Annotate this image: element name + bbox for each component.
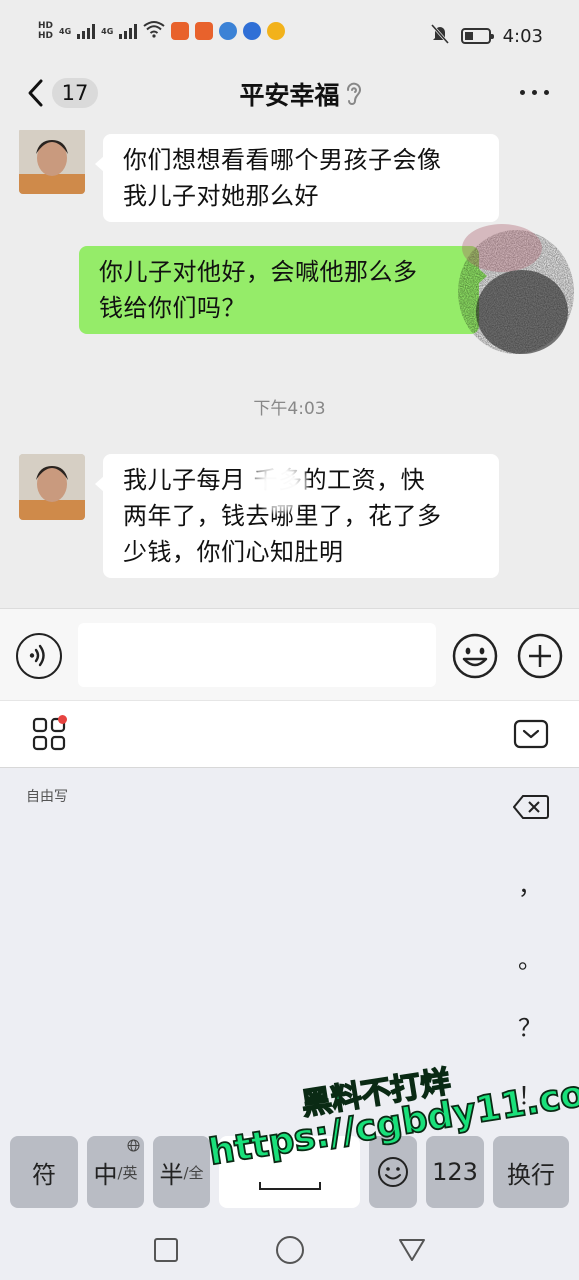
plus-button[interactable] <box>517 633 563 679</box>
keyboard-toolbar <box>0 700 579 768</box>
message-line: 你儿子对他好，会喊他那么多 <box>99 258 418 286</box>
symbols-key[interactable]: 符 <box>10 1136 78 1208</box>
signal-icon <box>77 23 96 39</box>
punct-period-key[interactable]: 。 <box>515 940 545 975</box>
hide-keyboard-icon[interactable] <box>513 719 549 749</box>
app-notification-icon-3 <box>219 22 238 40</box>
zh-label: 中 <box>93 1160 118 1189</box>
punct-comma-key[interactable]: ， <box>515 866 545 901</box>
wifi-icon <box>143 20 165 42</box>
half-label: 半 <box>159 1160 184 1189</box>
width-switch-key[interactable]: 半/全 <box>153 1136 210 1208</box>
smiley-icon <box>378 1157 408 1187</box>
ear-icon <box>347 82 361 105</box>
mute-bell-icon <box>430 24 449 48</box>
app-notification-icon-5 <box>267 22 286 40</box>
status-bar: HD HD 4G 4G 4:03 <box>0 0 579 70</box>
newline-key-label: 换行 <box>507 1160 555 1189</box>
message-bubble-received[interactable]: 你们想想看看哪个男孩子会像 我儿子对她那么好 <box>95 134 499 222</box>
redaction-blur <box>250 455 310 515</box>
chat-message-list[interactable]: 你们想想看看哪个男孩子会像 我儿子对她那么好 你儿子对他好，会喊他那么多 钱给你… <box>0 130 579 608</box>
message-bubble-sent[interactable]: 你儿子对他好，会喊他那么多 钱给你们吗？ <box>79 246 487 334</box>
handwriting-mode-label: 自由写 <box>26 789 68 805</box>
hd-indicator: HD HD <box>38 21 53 41</box>
voice-icon <box>29 644 45 667</box>
nav-home-circle-icon[interactable] <box>276 1236 304 1264</box>
avatar[interactable] <box>19 130 85 194</box>
message-line: 你们想想看看哪个男孩子会像 <box>123 146 442 174</box>
space-bar-icon <box>259 1182 321 1190</box>
app-notification-icon-1 <box>171 22 190 40</box>
full-label: /全 <box>183 1163 204 1182</box>
signal-icon-2 <box>119 23 138 39</box>
message-input[interactable] <box>78 623 436 687</box>
message-line: 我儿子对她那么好 <box>123 182 319 210</box>
numbers-key[interactable]: 123 <box>426 1136 484 1208</box>
nav-back-triangle-icon[interactable] <box>398 1238 426 1262</box>
voice-input-button[interactable] <box>16 633 62 679</box>
emoji-button[interactable] <box>452 633 498 679</box>
network-type-2: 4G <box>101 26 114 36</box>
nav-square-icon[interactable] <box>154 1238 178 1262</box>
symbols-key-label: 符 <box>32 1160 56 1189</box>
message-line: 少钱，你们心知肚明 <box>123 538 344 566</box>
hd-label-2: HD <box>38 31 54 41</box>
clock: 4:03 <box>502 25 543 47</box>
chat-header: 17 平安幸福 <box>0 70 579 130</box>
globe-icon <box>127 1139 140 1155</box>
punct-question-key[interactable]: ？ <box>515 1008 545 1043</box>
message-input-bar <box>0 608 579 700</box>
redaction-scribble <box>458 224 574 354</box>
chat-title: 平安幸福 <box>239 81 340 110</box>
hd-label-1: HD <box>38 21 54 31</box>
newline-key[interactable]: 换行 <box>493 1136 569 1208</box>
status-icons-left: HD HD 4G 4G <box>38 20 286 42</box>
notification-dot <box>58 715 67 724</box>
delete-icon[interactable] <box>513 794 549 820</box>
battery-icon <box>460 28 494 44</box>
en-label: /英 <box>117 1163 138 1182</box>
app-notification-icon-4 <box>243 22 262 40</box>
avatar[interactable] <box>19 454 85 520</box>
system-navigation-bar <box>0 1212 579 1280</box>
message-line: 钱给你们吗？ <box>99 294 246 322</box>
message-timestamp: 下午4:03 <box>253 399 326 419</box>
app-notification-icon-2 <box>195 22 214 40</box>
more-options-button[interactable] <box>520 90 549 95</box>
language-switch-key[interactable]: 中/英 <box>87 1136 144 1208</box>
numbers-key-label: 123 <box>432 1158 478 1186</box>
status-icons-right: 4:03 <box>430 24 543 48</box>
network-type-1: 4G <box>59 26 72 36</box>
